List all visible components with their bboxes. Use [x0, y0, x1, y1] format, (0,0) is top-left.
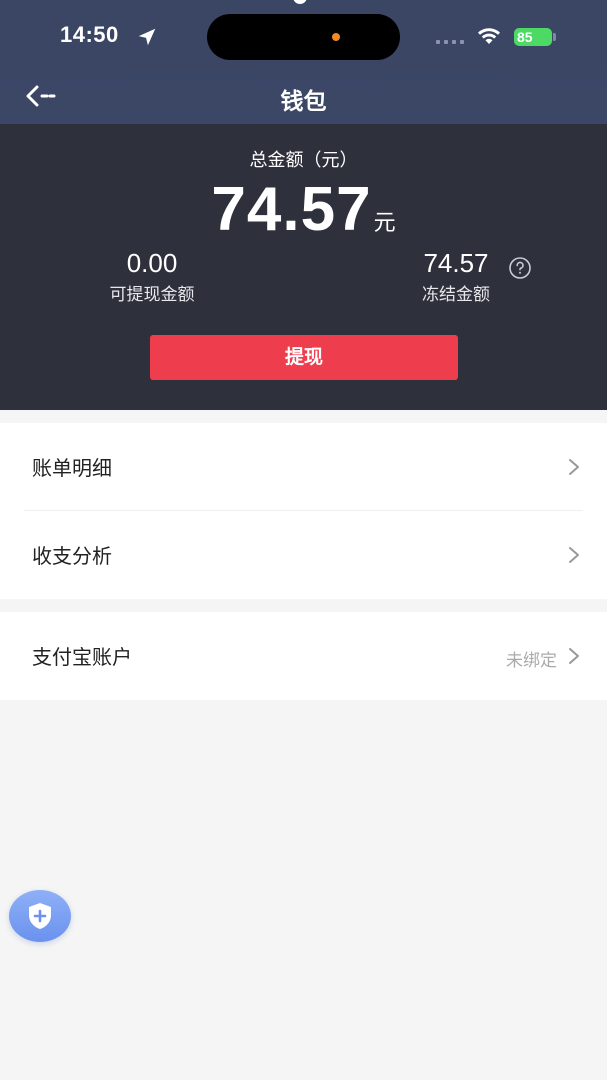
status-time: 14:50	[60, 22, 119, 47]
status-bar: 14:50 85	[0, 0, 607, 70]
wifi-icon	[478, 28, 500, 44]
frozen-label: 冻结金额	[422, 285, 490, 305]
menu-group-accounts: 支付宝账户 未绑定	[0, 612, 607, 700]
menu-group-bills: 账单明细 收支分析	[0, 423, 607, 599]
battery-indicator: 85	[514, 28, 552, 46]
withdrawable-amount: 0.00	[126, 248, 178, 278]
total-amount-row: 74.57元	[0, 174, 607, 245]
withdraw-button[interactable]: 提现	[150, 335, 458, 380]
frozen-amount: 74.57	[423, 248, 489, 278]
cellular-signal-icon	[436, 40, 466, 44]
camera-indicator	[293, 0, 307, 4]
menu-item-bill-details[interactable]: 账单明细	[0, 423, 607, 511]
location-arrow-icon	[138, 28, 156, 46]
total-amount-value: 74.57	[211, 175, 372, 244]
battery-cap	[553, 33, 556, 41]
menu-item-label: 账单明细	[32, 456, 112, 480]
menu-item-label: 收支分析	[32, 544, 112, 568]
wallet-page: 14:50 85 钱包 总金额（元） 74.57元 0.00 可提现金额 74.…	[0, 0, 607, 1080]
help-icon[interactable]	[508, 256, 532, 280]
shield-plus-icon	[29, 903, 51, 929]
chevron-right-icon	[569, 459, 579, 475]
page-title: 钱包	[280, 89, 327, 115]
withdrawable-label: 可提现金额	[109, 285, 195, 305]
chevron-right-icon	[569, 547, 579, 563]
alipay-binding-status: 未绑定	[506, 651, 557, 671]
security-shield-button[interactable]	[9, 890, 71, 942]
total-amount-unit: 元	[373, 211, 396, 236]
dynamic-island	[207, 14, 400, 60]
island-indicator-dot	[332, 33, 340, 41]
menu-item-alipay-account[interactable]: 支付宝账户 未绑定	[0, 612, 607, 700]
balance-summary: 总金额（元） 74.57元 0.00 可提现金额 74.57 冻结金额 提现	[0, 124, 607, 410]
chevron-right-icon	[569, 648, 579, 664]
header: 14:50 85 钱包	[0, 0, 607, 124]
withdrawable-stat: 0.00 可提现金额	[52, 248, 252, 305]
total-amount-label: 总金额（元）	[249, 150, 358, 171]
menu-item-label: 支付宝账户	[32, 645, 132, 669]
nav-bar: 钱包	[0, 70, 607, 124]
menu-item-income-expense-analysis[interactable]: 收支分析	[0, 511, 607, 599]
